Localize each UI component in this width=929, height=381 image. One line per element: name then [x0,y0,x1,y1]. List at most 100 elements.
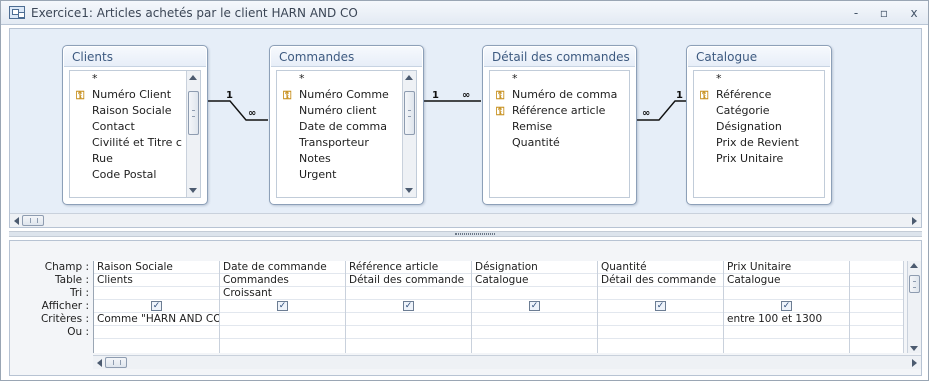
grid-cell-afficher[interactable]: ✓ [472,300,597,313]
scroll-thumb[interactable] [188,91,199,135]
show-checkbox[interactable]: ✓ [151,301,162,311]
diagram-horizontal-scrollbar[interactable] [10,213,921,227]
scroll-up-icon[interactable] [405,75,413,80]
field-all-columns[interactable]: * [277,71,416,87]
grid-cell-empty[interactable] [850,326,903,339]
grid-cell-champ[interactable]: Référence article [346,261,471,274]
grid-cell-tri[interactable] [598,287,723,300]
grid-cell-tri[interactable]: Croissant [220,287,345,300]
grid-cell-champ[interactable]: Raison Sociale [94,261,219,274]
grid-cell-empty[interactable] [850,300,903,313]
grid-horizontal-scrollbar[interactable] [93,355,921,369]
grid-cell-ou[interactable] [472,326,597,339]
field-item[interactable]: Remise [490,119,629,135]
scroll-right-icon[interactable] [912,359,917,367]
grid-cell-tri[interactable] [346,287,471,300]
scroll-up-icon[interactable] [189,75,197,80]
grid-cell-table[interactable]: Catalogue [472,274,597,287]
show-checkbox[interactable]: ✓ [781,301,792,311]
grid-column[interactable]: Date de commande Commandes Croissant ✓ [220,261,346,353]
field-all-columns[interactable]: * [490,71,629,87]
field-item[interactable]: Notes [277,151,416,167]
grid-cell-ou[interactable] [94,326,219,339]
grid-cell-afficher[interactable]: ✓ [220,300,345,313]
grid-cell-criteres[interactable] [346,313,471,326]
minimize-button[interactable]: - [847,5,865,21]
show-checkbox[interactable]: ✓ [655,301,666,311]
grid-cell-criteres[interactable] [598,313,723,326]
scroll-thumb[interactable] [404,91,415,135]
scroll-down-icon[interactable] [910,346,918,351]
table-title[interactable]: Détail des commandes [484,47,635,67]
scroll-left-icon[interactable] [14,217,19,225]
grid-cell-ou[interactable] [346,326,471,339]
field-item[interactable]: Rue [70,151,200,167]
field-item[interactable]: Catégorie [694,103,824,119]
scroll-up-icon[interactable] [910,263,918,268]
grid-cell-criteres[interactable]: entre 100 et 1300 [724,313,849,326]
field-item[interactable]: ⚿ Numéro Comme [277,87,416,103]
grid-cell-empty[interactable] [850,261,903,274]
grid-cell-table[interactable]: Détail des commande [598,274,723,287]
grid-vertical-scrollbar[interactable] [907,261,921,353]
grid-cell-champ[interactable]: Date de commande [220,261,345,274]
grid-cell-table[interactable]: Détail des commande [346,274,471,287]
grid-cell-champ[interactable]: Quantité [598,261,723,274]
table-title[interactable]: Commandes [271,47,422,67]
field-all-columns[interactable]: * [70,71,200,87]
field-list-scrollbar[interactable] [402,71,416,197]
grid-cell-empty[interactable] [850,287,903,300]
table-title[interactable]: Catalogue [688,47,830,67]
grid-cell-tri[interactable] [724,287,849,300]
grid-cell-afficher[interactable]: ✓ [94,300,219,313]
grid-cell-tri[interactable] [94,287,219,300]
scroll-left-icon[interactable] [97,359,102,367]
grid-cell-empty[interactable] [850,313,903,326]
field-item[interactable]: Prix Unitaire [694,151,824,167]
title-bar[interactable]: Exercice1: Articles achetés par le clien… [1,1,928,25]
field-list-scrollbar[interactable] [186,71,200,197]
grid-cell-criteres[interactable] [220,313,345,326]
show-checkbox[interactable]: ✓ [277,301,288,311]
grid-cell-ou[interactable] [220,326,345,339]
grid-column[interactable]: Raison Sociale Clients ✓ Comme "HARN AND CO… [94,261,220,353]
grid-cell-champ[interactable]: Prix Unitaire [724,261,849,274]
field-item[interactable]: Date de comma [277,119,416,135]
grid-cell-ou[interactable] [598,326,723,339]
close-button[interactable]: x [905,5,923,21]
grid-cell-empty[interactable] [850,274,903,287]
table-box-detail-des-commandes[interactable]: Détail des commandes * ⚿ Numéro de comma ⚿ R… [482,45,637,205]
field-item[interactable]: Transporteur [277,135,416,151]
show-checkbox[interactable]: ✓ [403,301,414,311]
table-box-commandes[interactable]: Commandes * ⚿ Numéro Comme Numéro client Dat… [269,45,424,205]
field-item[interactable]: ⚿ Numéro Client [70,87,200,103]
field-item[interactable]: Prix de Revient [694,135,824,151]
scroll-down-icon[interactable] [405,188,413,193]
show-checkbox[interactable]: ✓ [529,301,540,311]
grid-column[interactable]: Quantité Détail des commande ✓ [598,261,724,353]
grid-column[interactable]: Référence article Détail des commande ✓ [346,261,472,353]
table-title[interactable]: Clients [64,47,206,67]
field-item[interactable]: ⚿ Référence article [490,103,629,119]
scroll-thumb[interactable] [105,357,127,368]
scroll-down-icon[interactable] [189,188,197,193]
field-all-columns[interactable]: * [694,71,824,87]
field-item[interactable]: Contact [70,119,200,135]
field-item[interactable]: Désignation [694,119,824,135]
field-item[interactable]: Code Postal [70,167,200,183]
field-item[interactable]: Raison Sociale [70,103,200,119]
grid-cell-tri[interactable] [472,287,597,300]
splitter-grip-icon[interactable] [455,233,495,235]
grid-cell-table[interactable]: Clients [94,274,219,287]
grid-cell-table[interactable]: Commandes [220,274,345,287]
grid-cell-table[interactable]: Catalogue [724,274,849,287]
grid-cell-criteres[interactable]: Comme "HARN AND CO" [94,313,219,326]
table-box-catalogue[interactable]: Catalogue * ⚿ Référence Catégorie Désignatio… [686,45,832,205]
grid-cell-afficher[interactable]: ✓ [346,300,471,313]
maximize-button[interactable]: ▫ [875,5,893,21]
grid-column[interactable]: Désignation Catalogue ✓ [472,261,598,353]
field-item[interactable]: ⚿ Référence [694,87,824,103]
scroll-right-icon[interactable] [912,217,917,225]
grid-cell-ou[interactable] [724,326,849,339]
field-item[interactable]: Urgent [277,167,416,183]
